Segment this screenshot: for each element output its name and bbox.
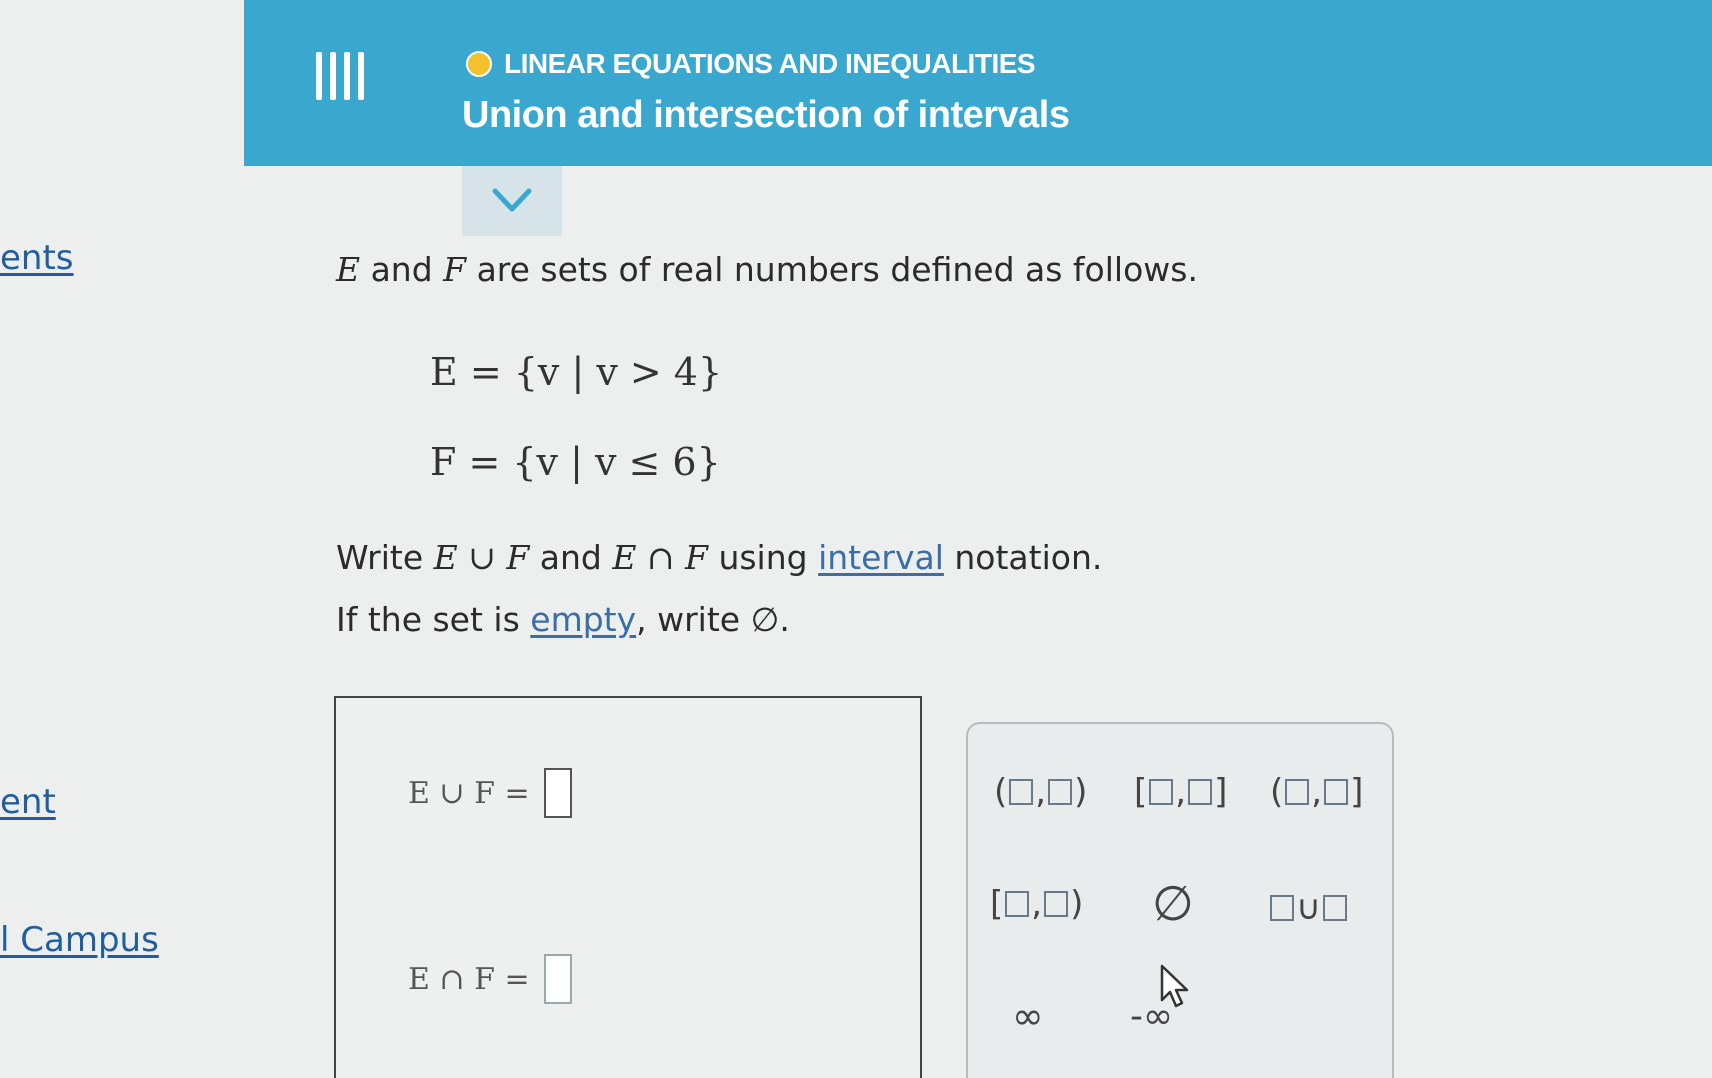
collapse-header-button[interactable]: [462, 166, 562, 236]
infinity-button[interactable]: ∞: [1012, 994, 1044, 1038]
page: ents ent l Campus LINEAR EQUATIONS AND I…: [0, 0, 1712, 1078]
topic-label: LINEAR EQUATIONS AND INEQUALITIES: [504, 48, 1036, 79]
open-closed-interval-button[interactable]: (,]: [1270, 772, 1363, 812]
union-label: E ∪ F =: [408, 775, 530, 811]
sidebar-item-assignment[interactable]: ent: [0, 782, 56, 822]
intersection-answer-row: E ∩ F =: [408, 954, 572, 1004]
empty-link[interactable]: empty: [530, 600, 636, 639]
answer-box: E ∪ F = E ∩ F =: [334, 696, 922, 1078]
set-F-definition: F = {v | v ≤ 6}: [430, 440, 721, 484]
lesson-title: Union and intersection of intervals: [462, 94, 1070, 136]
empty-set-icon: ∅: [750, 600, 780, 639]
set-E-definition: E = {v | v > 4}: [430, 350, 723, 394]
math-keypad: (,) [,] (,] [,) ∅ ∪ ∞ -∞: [966, 722, 1394, 1078]
empty-set-button[interactable]: ∅: [1152, 876, 1194, 932]
problem-intro: E and F are sets of real numbers defined…: [336, 250, 1198, 289]
union-answer-row: E ∪ F =: [408, 768, 572, 818]
mouse-cursor-icon: [1160, 964, 1189, 1008]
sidebar-item-assignments[interactable]: ents: [0, 238, 74, 278]
interval-link[interactable]: interval: [818, 538, 944, 577]
closed-open-interval-button[interactable]: [,): [990, 884, 1083, 924]
union-input[interactable]: [543, 768, 572, 818]
menu-button[interactable]: [314, 52, 366, 104]
sidebar-item-campus[interactable]: l Campus: [0, 920, 159, 960]
lesson-header: LINEAR EQUATIONS AND INEQUALITIES Union …: [244, 0, 1712, 166]
intersection-label: E ∩ F =: [408, 961, 530, 997]
chevron-down-icon: [492, 188, 532, 212]
instruction-line: Write E ∪ F and E ∩ F using interval not…: [336, 538, 1103, 577]
progress-dot-icon: [466, 51, 492, 77]
empty-instruction: If the set is empty, write ∅.: [336, 600, 790, 639]
intersection-input[interactable]: [543, 954, 572, 1004]
menu-icon: [316, 52, 322, 100]
union-button[interactable]: ∪: [1268, 888, 1349, 928]
closed-closed-interval-button[interactable]: [,]: [1134, 772, 1227, 812]
topic-row: LINEAR EQUATIONS AND INEQUALITIES: [466, 48, 1036, 80]
open-open-interval-button[interactable]: (,): [994, 772, 1087, 812]
